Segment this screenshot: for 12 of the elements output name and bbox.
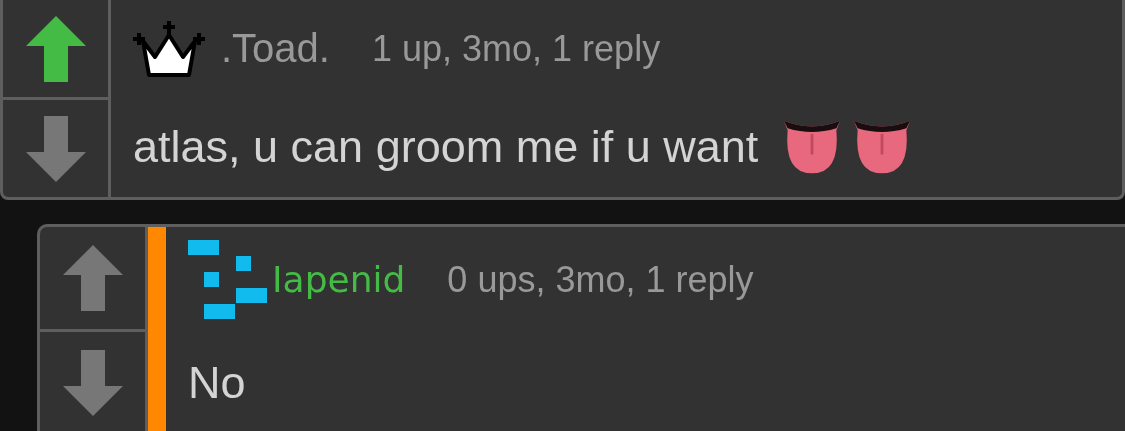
blocks-icon <box>188 239 268 320</box>
comment-text: No <box>188 357 246 409</box>
upvote-arrow-icon[interactable] <box>62 245 123 311</box>
crown-icon <box>133 20 205 77</box>
comment-meta: 1 up, 3mo, 1 reply <box>371 27 661 70</box>
username-link[interactable]: .Toad. <box>221 26 330 71</box>
comment-text: atlas, u can groom me if u want <box>133 121 759 173</box>
comment-meta: 0 ups, 3mo, 1 reply <box>447 258 754 301</box>
upvote-arrow-icon[interactable] <box>25 15 86 82</box>
downvote-arrow-icon[interactable] <box>62 350 123 416</box>
downvote-arrow-icon[interactable] <box>25 115 86 182</box>
username-link[interactable]: Iapenid <box>272 259 406 300</box>
